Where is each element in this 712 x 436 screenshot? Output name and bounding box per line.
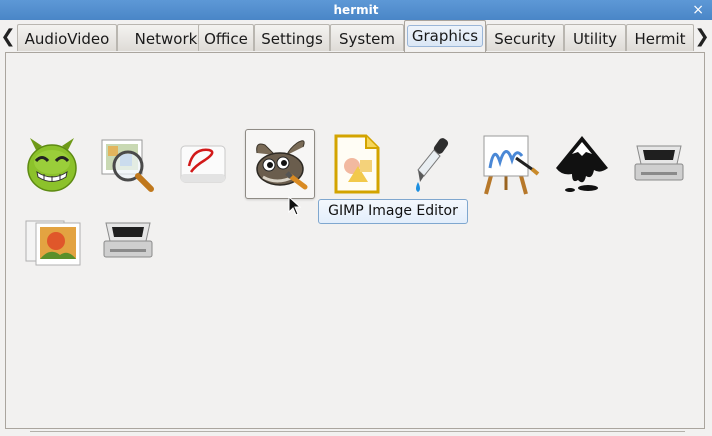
tab-hermit[interactable]: Hermit xyxy=(626,24,694,51)
tab-label: Utility xyxy=(572,30,618,48)
color-picker-dropper-icon-graphic xyxy=(416,138,449,192)
tab-security[interactable]: Security xyxy=(486,24,564,51)
tab-settings[interactable]: Settings xyxy=(254,24,330,51)
tab-label: Network xyxy=(134,30,198,48)
tab-graphics[interactable]: Graphics xyxy=(404,20,486,52)
tab-label: AudioVideo xyxy=(24,30,110,48)
scanner-icon-graphic xyxy=(634,145,684,181)
color-picker-dropper-icon[interactable] xyxy=(396,129,466,199)
mouse-cursor-icon xyxy=(288,196,302,216)
photo-gallery-icon-graphic xyxy=(25,220,81,266)
tab-system[interactable]: System xyxy=(330,24,404,51)
photo-gallery-icon[interactable] xyxy=(17,206,87,276)
libreoffice-draw-icon-graphic xyxy=(334,134,380,194)
tab-label: Settings xyxy=(261,30,323,48)
scroll-left-arrow-icon[interactable]: ❮ xyxy=(0,24,16,50)
app-tooltip: GIMP Image Editor xyxy=(318,199,468,224)
scanner-icon[interactable] xyxy=(93,206,163,276)
inkscape-icon-graphic xyxy=(556,136,608,192)
scroll-right-arrow-icon[interactable]: ❯ xyxy=(694,24,710,50)
inkscape-icon[interactable] xyxy=(547,129,617,199)
tab-audiovideo[interactable]: AudioVideo xyxy=(17,24,117,51)
green-monster-icon[interactable] xyxy=(17,129,87,199)
green-monster-icon-graphic xyxy=(27,138,77,192)
libreoffice-draw-icon[interactable] xyxy=(321,129,391,199)
image-viewer-magnifier-icon[interactable] xyxy=(93,129,163,199)
gimp-icon-graphic xyxy=(256,140,308,190)
bottom-divider xyxy=(30,431,685,434)
tab-utility[interactable]: Utility xyxy=(564,24,626,51)
tab-label: System xyxy=(339,30,395,48)
scanner-icon-graphic xyxy=(103,222,153,258)
window-title: hermit xyxy=(333,3,379,17)
tab-label: Security xyxy=(494,30,556,48)
image-viewer-magnifier-icon-graphic xyxy=(101,139,154,192)
tab-label: Hermit xyxy=(634,30,686,48)
pdf-reader-icon-graphic xyxy=(180,145,226,183)
gimp-icon[interactable] xyxy=(245,129,315,199)
pdf-reader-icon[interactable] xyxy=(168,129,238,199)
tab-label: Graphics xyxy=(406,25,484,47)
close-icon[interactable]: × xyxy=(692,0,704,20)
tab-office[interactable]: Office xyxy=(198,24,254,51)
painting-easel-icon[interactable] xyxy=(473,129,543,199)
window-titlebar: hermit × xyxy=(0,0,712,20)
scanner-icon[interactable] xyxy=(624,129,694,199)
tab-bar: ❮ AudioVideo Network Office Settings Sys… xyxy=(0,20,712,52)
painting-easel-icon-graphic xyxy=(483,135,540,195)
tab-label: Office xyxy=(204,30,248,48)
